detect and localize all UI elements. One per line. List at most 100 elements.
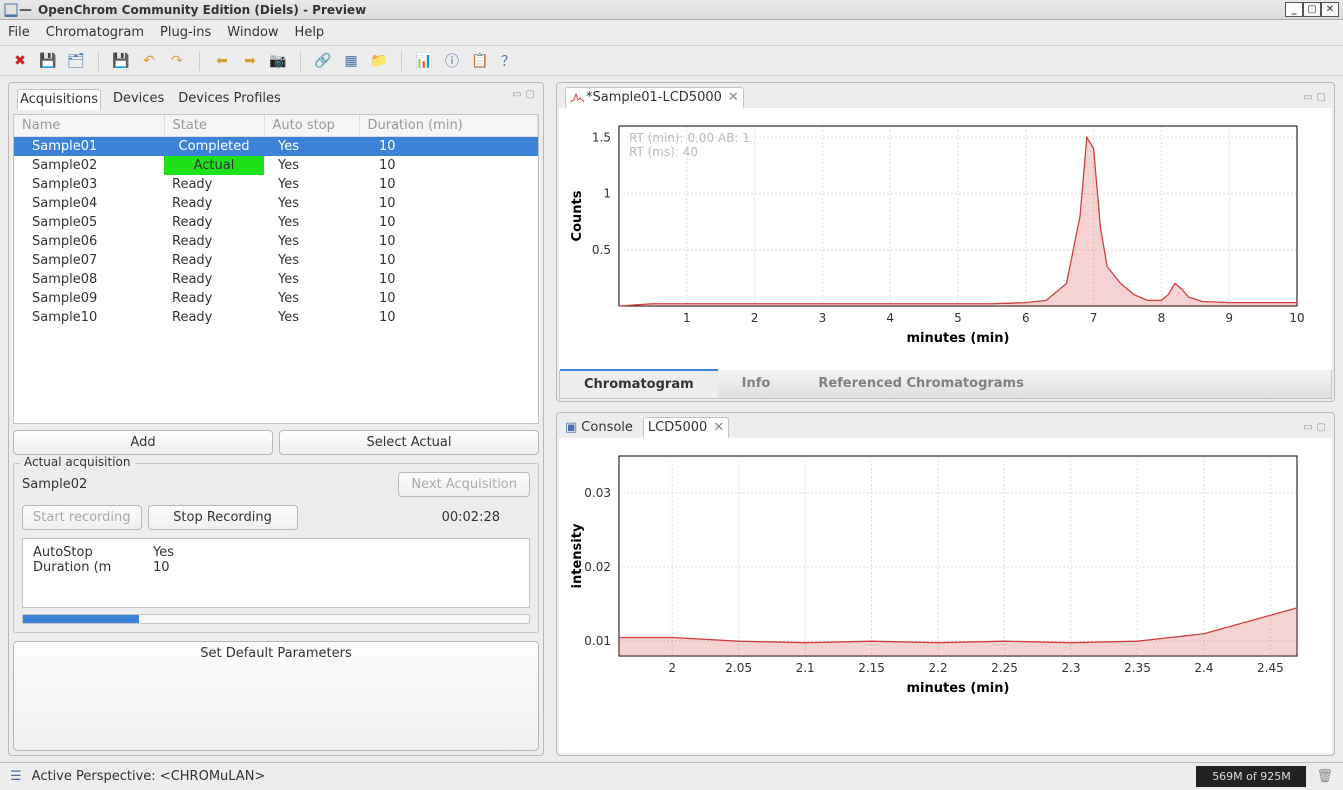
table-row[interactable]: Sample06ReadyYes10 xyxy=(14,232,538,251)
console-tab-lcd5000[interactable]: LCD5000 ✕ xyxy=(643,417,729,438)
menu-help[interactable]: Help xyxy=(295,25,325,40)
minimize-view-icon[interactable]: ▭ xyxy=(512,89,521,110)
svg-text:Counts: Counts xyxy=(570,190,585,241)
svg-text:4: 4 xyxy=(886,311,894,325)
table-row[interactable]: Sample01CompletedYes10 xyxy=(14,137,538,157)
col-state[interactable]: State xyxy=(164,115,264,137)
svg-text:0.02: 0.02 xyxy=(584,560,611,574)
svg-text:RT (min): 0.00 AB: 1: RT (min): 0.00 AB: 1 xyxy=(629,131,750,145)
minimize-view-icon-3[interactable]: ▭ xyxy=(1303,422,1312,433)
chromatogram-tab[interactable]: *Sample01-LCD5000 ✕ xyxy=(565,87,744,108)
forward-icon[interactable]: ➡ xyxy=(240,51,260,71)
table-row[interactable]: Sample02ActualYes10 xyxy=(14,156,538,175)
svg-text:1: 1 xyxy=(603,187,611,201)
svg-text:5: 5 xyxy=(954,311,962,325)
svg-text:8: 8 xyxy=(1158,311,1166,325)
close-console-tab-icon[interactable]: ✕ xyxy=(713,420,724,435)
minimize-view-icon-2[interactable]: ▭ xyxy=(1303,92,1312,103)
svg-text:2.25: 2.25 xyxy=(991,661,1018,675)
start-recording-button: Start recording xyxy=(22,505,142,530)
table-row[interactable]: Sample09ReadyYes10 xyxy=(14,289,538,308)
col-autostop[interactable]: Auto stop xyxy=(264,115,359,137)
delete-icon[interactable]: ✖ xyxy=(10,51,30,71)
table-row[interactable]: Sample10ReadyYes10 xyxy=(14,308,538,327)
set-default-parameters-button[interactable]: Set Default Parameters xyxy=(13,641,539,751)
recording-timer: 00:02:28 xyxy=(442,510,530,525)
col-name[interactable]: Name xyxy=(14,115,164,137)
close-button[interactable]: ✕ xyxy=(1321,2,1339,17)
save-all-icon[interactable]: 🗂 xyxy=(66,51,86,71)
svg-text:0.5: 0.5 xyxy=(592,243,611,257)
svg-text:2.4: 2.4 xyxy=(1194,661,1213,675)
window-sys-icon[interactable] xyxy=(4,3,18,17)
table-row[interactable]: Sample03ReadyYes10 xyxy=(14,175,538,194)
trash-icon[interactable]: 🗑 xyxy=(1316,769,1333,784)
camera-icon[interactable]: 📷 xyxy=(268,51,288,71)
table-row[interactable]: Sample08ReadyYes10 xyxy=(14,270,538,289)
folder-icon[interactable]: 📁 xyxy=(369,51,389,71)
console-chart[interactable]: 22.052.12.152.22.252.32.352.42.450.010.0… xyxy=(567,446,1307,696)
svg-text:9: 9 xyxy=(1225,311,1233,325)
tab-acquisitions[interactable]: Acquisitions xyxy=(17,89,101,110)
menu-chromatogram[interactable]: Chromatogram xyxy=(46,25,144,40)
svg-text:0.03: 0.03 xyxy=(584,486,611,500)
chromatogram-chart[interactable]: 123456789100.511.5Countsminutes (min)RT … xyxy=(567,116,1307,346)
svg-text:2.05: 2.05 xyxy=(725,661,752,675)
svg-text:7: 7 xyxy=(1090,311,1098,325)
chart-icon[interactable]: 📊 xyxy=(414,51,434,71)
undo-icon[interactable]: ↶ xyxy=(139,51,159,71)
save-as-icon[interactable]: 💾 xyxy=(111,51,131,71)
tab-devices-profiles[interactable]: Devices Profiles xyxy=(176,89,283,110)
close-tab-icon[interactable]: ✕ xyxy=(728,90,739,105)
svg-text:2: 2 xyxy=(668,661,676,675)
save-icon[interactable]: 💾 xyxy=(38,51,58,71)
add-button[interactable]: Add xyxy=(13,430,273,455)
back-icon[interactable]: ⬅ xyxy=(212,51,232,71)
chromatogram-tab-label: *Sample01-LCD5000 xyxy=(586,90,722,105)
table-row[interactable]: Sample07ReadyYes10 xyxy=(14,251,538,270)
chromatogram-subtabs: Chromatogram Info Referenced Chromatogra… xyxy=(559,370,1332,399)
acquisitions-table[interactable]: Name State Auto stop Duration (min) Samp… xyxy=(13,114,539,424)
menu-file[interactable]: File xyxy=(8,25,30,40)
minimize-button[interactable]: _ xyxy=(1285,2,1303,17)
prop-key-1: Duration (m xyxy=(33,560,123,575)
subtab-info[interactable]: Info xyxy=(718,370,795,398)
svg-text:2: 2 xyxy=(751,311,759,325)
help-icon[interactable]: ？ xyxy=(498,51,518,71)
status-bar: ☰ Active Perspective: <CHROMuLAN> 569M o… xyxy=(0,762,1343,790)
prop-val-0: Yes xyxy=(153,545,174,560)
menu-bar: File Chromatogram Plug-ins Window Help xyxy=(0,20,1343,46)
perspective-switcher-icon[interactable]: ☰ xyxy=(10,769,22,784)
prop-val-1: 10 xyxy=(153,560,170,575)
memory-indicator[interactable]: 569M of 925M xyxy=(1196,766,1306,787)
svg-text:1.5: 1.5 xyxy=(592,130,611,144)
active-perspective-label: Active Perspective: <CHROMuLAN> xyxy=(32,769,266,784)
info-icon[interactable]: ⓘ xyxy=(442,51,462,71)
maximize-button[interactable]: ▢ xyxy=(1303,2,1321,17)
form-icon[interactable]: 📋 xyxy=(470,51,490,71)
svg-text:minutes (min): minutes (min) xyxy=(907,681,1010,696)
menu-window[interactable]: Window xyxy=(227,25,278,40)
table-row[interactable]: Sample04ReadyYes10 xyxy=(14,194,538,213)
maximize-view-icon-3[interactable]: ▢ xyxy=(1317,422,1326,433)
refresh-icon[interactable]: 🔗 xyxy=(313,51,333,71)
recording-progress xyxy=(22,614,530,624)
svg-text:2.3: 2.3 xyxy=(1061,661,1080,675)
col-duration[interactable]: Duration (min) xyxy=(359,115,538,137)
svg-text:1: 1 xyxy=(683,311,691,325)
actual-sample-name: Sample02 xyxy=(22,477,87,492)
maximize-view-icon-2[interactable]: ▢ xyxy=(1317,92,1326,103)
tab-devices[interactable]: Devices xyxy=(111,89,166,110)
subtab-chromatogram[interactable]: Chromatogram xyxy=(560,369,718,398)
select-actual-button[interactable]: Select Actual xyxy=(279,430,539,455)
left-tab-strip: Acquisitions Devices Devices Profiles ▭ … xyxy=(13,87,539,114)
subtab-referenced[interactable]: Referenced Chromatograms xyxy=(794,370,1048,398)
svg-text:2.35: 2.35 xyxy=(1124,661,1151,675)
maximize-view-icon[interactable]: ▢ xyxy=(526,89,535,110)
grid-icon[interactable]: ▦ xyxy=(341,51,361,71)
stop-recording-button[interactable]: Stop Recording xyxy=(148,505,298,530)
menu-plugins[interactable]: Plug-ins xyxy=(160,25,211,40)
table-row[interactable]: Sample05ReadyYes10 xyxy=(14,213,538,232)
redo-icon[interactable]: ↷ xyxy=(167,51,187,71)
svg-text:minutes (min): minutes (min) xyxy=(907,331,1010,346)
